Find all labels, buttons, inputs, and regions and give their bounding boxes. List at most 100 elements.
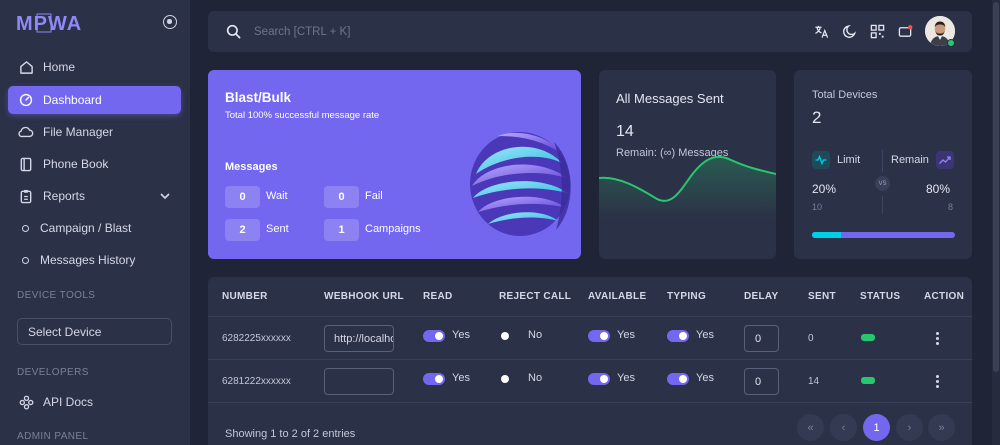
mpwa-logo[interactable]: MPWA	[16, 11, 88, 35]
section-device-tools: DEVICE TOOLS	[17, 290, 96, 301]
book-icon	[18, 156, 34, 172]
available-toggle[interactable]	[588, 330, 610, 342]
sidebar-toggle-icon[interactable]	[163, 15, 177, 29]
card-subtitle: Total 100% successful message rate	[225, 110, 380, 121]
divider	[882, 196, 883, 214]
read-toggle[interactable]	[423, 373, 445, 385]
sidebar-item-phone-book[interactable]: Phone Book	[8, 150, 181, 178]
typing-toggle[interactable]	[667, 373, 689, 385]
circle-icon	[22, 256, 29, 264]
sidebar-subitem-campaign[interactable]: Campaign / Blast	[8, 215, 181, 241]
column-header: STATUS	[860, 291, 901, 302]
circle-icon	[22, 224, 29, 232]
divider	[882, 150, 883, 172]
webhook-url-input[interactable]	[324, 325, 394, 352]
column-header: ACTION	[924, 291, 965, 302]
column-header: AVAILABLE	[588, 291, 647, 302]
reject-call-toggle[interactable]	[499, 373, 521, 385]
fail-label: Fail	[365, 190, 383, 202]
pagination-prev-button[interactable]: ‹	[830, 414, 857, 441]
status-badge	[861, 334, 875, 341]
search-input[interactable]	[254, 21, 554, 42]
column-header: TYPING	[667, 291, 707, 302]
row-number: 6281222xxxxxx	[222, 376, 291, 387]
campaigns-count: 1	[324, 219, 359, 241]
remain-value: 8	[948, 202, 954, 212]
available-toggle[interactable]	[588, 373, 610, 385]
reject-call-value: No	[528, 372, 543, 384]
divider	[208, 402, 972, 403]
sidebar-item-dashboard[interactable]: Dashboard	[8, 86, 181, 114]
sidebar-item-reports[interactable]: Reports	[8, 182, 181, 210]
webhook-url-input[interactable]	[324, 368, 394, 395]
delay-input[interactable]	[744, 368, 779, 395]
sidebar-item-label: Home	[43, 60, 76, 74]
sidebar-item-home[interactable]: Home	[8, 53, 181, 81]
topbar	[208, 11, 972, 52]
notification-icon[interactable]	[898, 24, 913, 39]
more-vertical-icon[interactable]	[936, 332, 940, 345]
reject-call-toggle[interactable]	[499, 330, 521, 342]
typing-value: Yes	[696, 329, 714, 341]
scrollbar[interactable]	[992, 0, 1000, 445]
home-icon	[18, 59, 34, 75]
sidebar: MPWA Home Dashboard File Manager Phone B…	[0, 0, 190, 445]
sidebar-item-label: Dashboard	[43, 93, 102, 107]
online-status-dot	[947, 39, 955, 47]
card-title: Total Devices	[812, 89, 878, 101]
campaigns-label: Campaigns	[365, 223, 421, 235]
select-device-dropdown[interactable]: Select Device	[17, 318, 172, 345]
dashboard-icon	[18, 92, 34, 108]
available-value: Yes	[617, 372, 635, 384]
read-value: Yes	[452, 329, 470, 341]
delay-input[interactable]	[744, 325, 779, 352]
row-number: 6282225xxxxxx	[222, 333, 291, 344]
card-title: All Messages Sent	[616, 91, 724, 106]
typing-toggle[interactable]	[667, 330, 689, 342]
more-vertical-icon[interactable]	[936, 375, 940, 388]
chevron-down-icon	[160, 193, 170, 200]
section-admin-panel: ADMIN PANEL	[17, 431, 89, 442]
limit-label: Limit	[837, 154, 861, 166]
cloud-icon	[18, 124, 34, 140]
divider	[208, 316, 972, 317]
device-usage-progress-fill	[812, 232, 841, 238]
limit-percent: 20%	[812, 182, 837, 196]
messages-count: 14	[616, 123, 634, 140]
qr-code-icon[interactable]	[870, 24, 885, 39]
pagination-next-button[interactable]: ›	[896, 414, 923, 441]
sidebar-item-file-manager[interactable]: File Manager	[8, 118, 181, 146]
sidebar-item-label: Reports	[43, 189, 86, 203]
column-header: NUMBER	[222, 291, 268, 302]
scrollbar-thumb[interactable]	[993, 2, 999, 372]
column-header: READ	[423, 291, 453, 302]
remain-percent: 80%	[926, 182, 951, 196]
report-icon	[18, 188, 34, 204]
fail-count: 0	[324, 186, 359, 208]
pagination-last-button[interactable]: »	[928, 414, 955, 441]
sidebar-subitem-messages-history[interactable]: Messages History	[8, 247, 181, 273]
sidebar-item-api-docs[interactable]: API Docs	[8, 388, 181, 416]
column-header: SENT	[808, 291, 836, 302]
column-header: DELAY	[744, 291, 779, 302]
moon-icon[interactable]	[842, 24, 857, 39]
devices-count: 2	[812, 108, 822, 127]
translate-icon[interactable]	[814, 24, 829, 39]
sidebar-item-label: API Docs	[43, 395, 94, 409]
read-toggle[interactable]	[423, 330, 445, 342]
pagination-first-button[interactable]: «	[797, 414, 824, 441]
device-usage-progress	[812, 232, 955, 238]
sidebar-subitem-label: Campaign / Blast	[40, 221, 132, 235]
sidebar-item-label: Phone Book	[43, 157, 109, 171]
column-header: WEBHOOK URL	[324, 291, 404, 302]
vs-badge: VS	[875, 176, 890, 191]
sent-value: 14	[808, 376, 820, 387]
api-icon	[18, 394, 34, 410]
pagination-page-1[interactable]: 1	[863, 414, 890, 441]
sent-count: 2	[225, 219, 260, 241]
reject-call-value: No	[528, 329, 543, 341]
sent-label: Sent	[266, 223, 289, 235]
all-messages-sent-card: All Messages Sent 14 Remain: (∞) Message…	[599, 70, 776, 259]
sidebar-item-label: File Manager	[43, 125, 114, 139]
status-badge	[861, 377, 875, 384]
